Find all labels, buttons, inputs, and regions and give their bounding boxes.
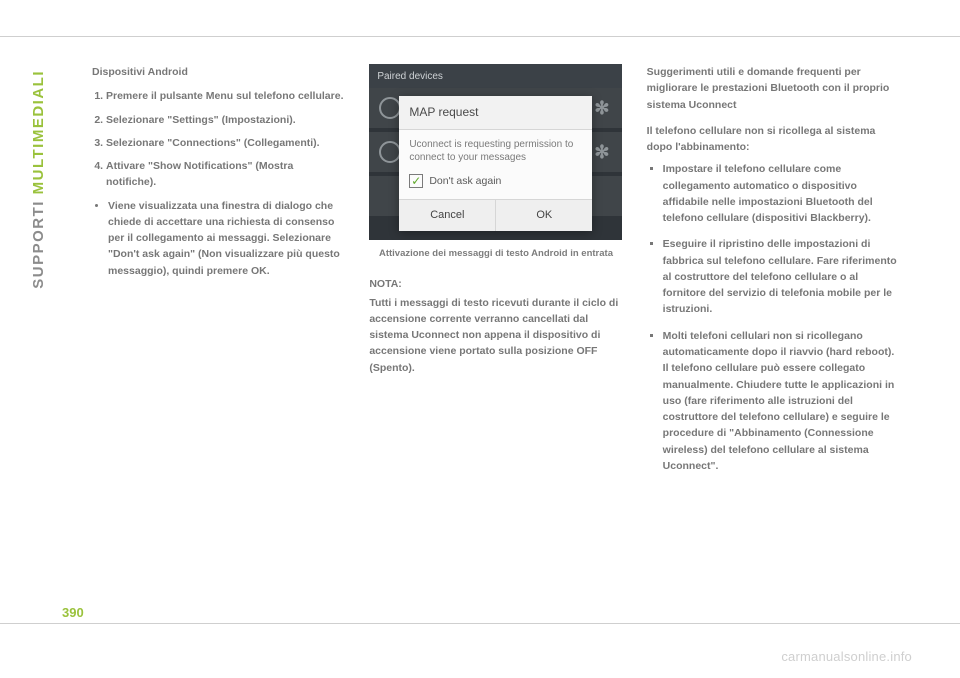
phone-topbar: Paired devices: [369, 64, 622, 91]
column-3: Suggerimenti utili e domande frequenti p…: [647, 64, 900, 484]
sidebar-label-part2: MULTIMEDIALI: [30, 70, 47, 194]
dialog-message: Uconnect is requesting permission to con…: [399, 130, 592, 169]
screenshot-caption: Attivazione dei messaggi di testo Androi…: [369, 248, 622, 260]
gear-icon: ✻: [594, 99, 612, 117]
dialog-buttons: Cancel OK: [399, 199, 592, 231]
tip-bullet: Impostare il telefono cellulare come col…: [663, 161, 900, 226]
section-sidebar-label: SUPPORTI MULTIMEDIALI: [30, 70, 47, 289]
column-2: Paired devices ✻ ✻ MAP request Uconnect …: [369, 64, 622, 484]
step-1: Premere il pulsante Menu sul telefono ce…: [106, 88, 345, 104]
page-number: 390: [62, 605, 84, 620]
note-label: NOTA:: [369, 276, 622, 292]
gear-icon: ✻: [594, 143, 612, 161]
step-4: Attivare "Show Notifications" (Mostra no…: [106, 158, 345, 191]
sidebar-label-part1: SUPPORTI: [30, 194, 47, 288]
watermark: carmanualsonline.info: [781, 649, 912, 664]
tips-subheading: Il telefono cellulare non si ricollega a…: [647, 123, 900, 156]
checkbox-label: Don't ask again: [429, 173, 501, 189]
tip-bullet: Molti telefoni cellulari non si ricolleg…: [663, 328, 900, 474]
col1-heading: Dispositivi Android: [92, 64, 345, 80]
map-request-dialog: MAP request Uconnect is requesting permi…: [399, 96, 592, 231]
manual-page: SUPPORTI MULTIMEDIALI 390 Dispositivi An…: [0, 0, 960, 678]
cancel-button[interactable]: Cancel: [399, 200, 496, 231]
checkbox-icon[interactable]: ✓: [409, 174, 423, 188]
step-3: Selezionare "Connections" (Collegamenti)…: [106, 135, 345, 151]
dialog-title: MAP request: [399, 96, 592, 130]
tips-bullets: Impostare il telefono cellulare come col…: [663, 161, 900, 474]
ok-button[interactable]: OK: [496, 200, 592, 231]
bottom-rule: [0, 623, 960, 624]
column-1: Dispositivi Android Premere il pulsante …: [92, 64, 345, 484]
tip-bullet: Eseguire il ripristino delle impostazion…: [663, 236, 900, 317]
note-text: Tutti i messaggi di testo ricevuti duran…: [369, 295, 622, 376]
phone-screenshot: Paired devices ✻ ✻ MAP request Uconnect …: [369, 64, 622, 240]
col1-subbullet: Viene visualizzata una finestra di dialo…: [108, 198, 345, 279]
step-2: Selezionare "Settings" (Impostazioni).: [106, 112, 345, 128]
col1-subbullets: Viene visualizzata una finestra di dialo…: [108, 198, 345, 279]
col1-steps: Premere il pulsante Menu sul telefono ce…: [106, 88, 345, 190]
content-columns: Dispositivi Android Premere il pulsante …: [92, 64, 900, 484]
tips-heading: Suggerimenti utili e domande frequenti p…: [647, 64, 900, 113]
top-rule: [0, 36, 960, 37]
dialog-checkbox-row: ✓ Don't ask again: [399, 169, 592, 199]
